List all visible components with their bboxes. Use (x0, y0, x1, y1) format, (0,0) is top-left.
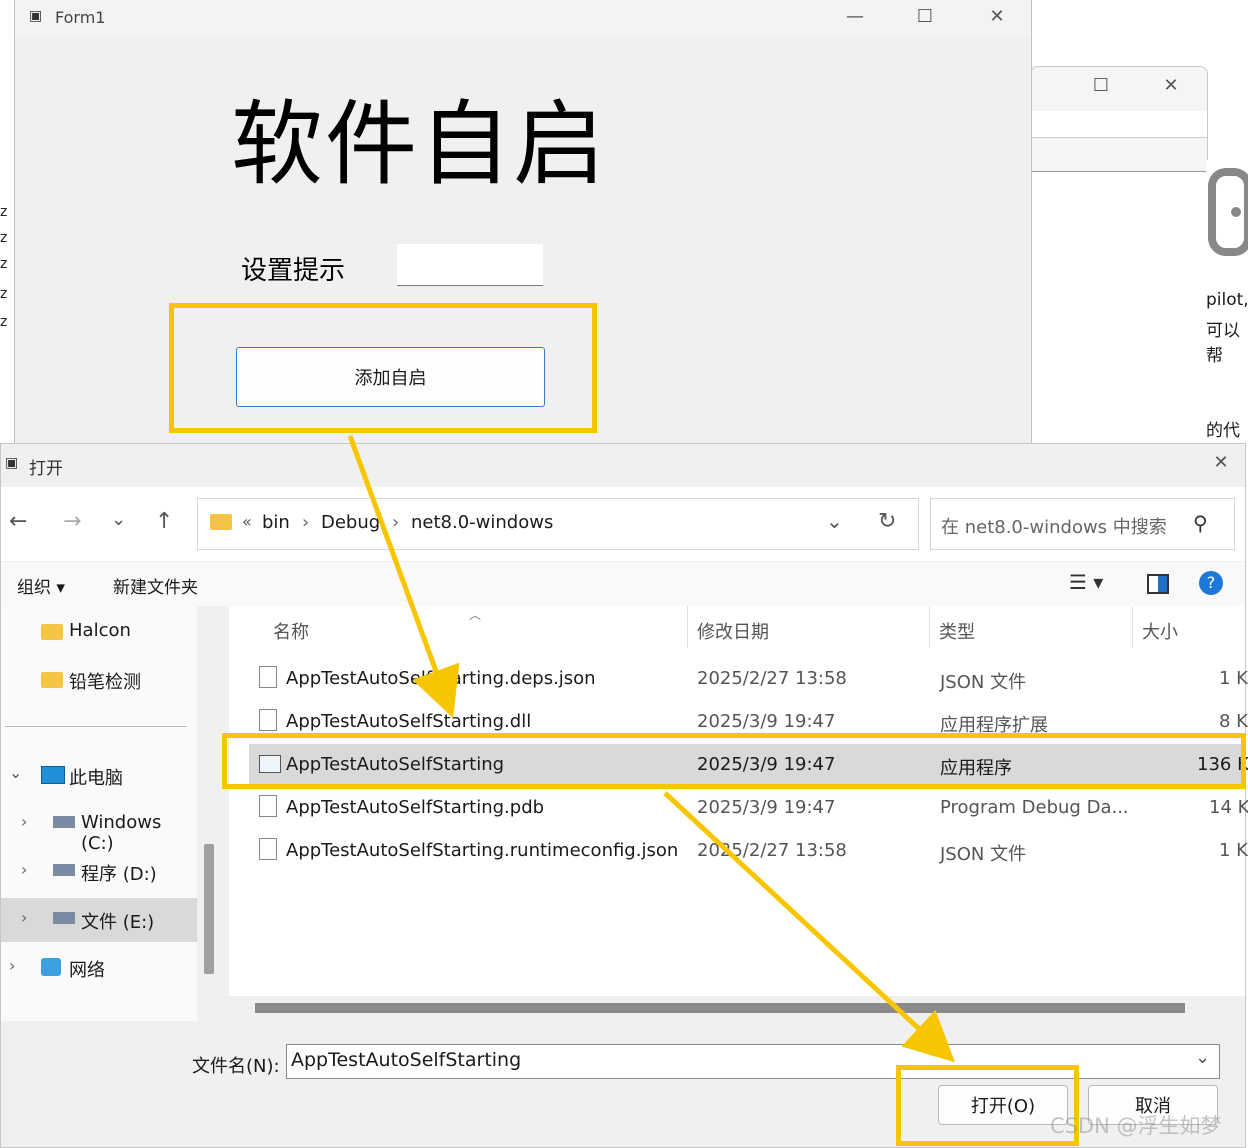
arrow-to-file (347, 435, 460, 719)
arrow-to-open-button (663, 791, 955, 1063)
annotation-arrows (347, 435, 955, 1063)
watermark: CSDN @浮生如梦 (1050, 1114, 1222, 1138)
